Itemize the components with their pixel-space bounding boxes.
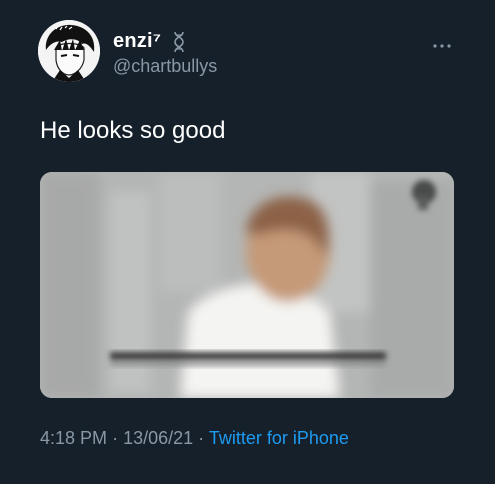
tweet-source-link[interactable]: Twitter for iPhone: [209, 428, 349, 448]
ellipsis-icon[interactable]: [432, 36, 452, 54]
tweet-text: He looks so good: [40, 117, 226, 144]
display-name[interactable]: enzi⁷: [113, 30, 161, 53]
avatar[interactable]: [38, 20, 100, 82]
tweet-meta: 4:18 PM · 13/06/21 · Twitter for iPhone: [40, 428, 349, 449]
dna-icon: [172, 31, 186, 58]
meta-separator: ·: [198, 428, 205, 448]
tweet-card: enzi⁷ @chartbullys He looks so good 4:18…: [0, 0, 495, 484]
tweet-time[interactable]: 4:18 PM: [40, 428, 107, 448]
user-handle[interactable]: @chartbullys: [113, 56, 217, 77]
meta-separator: ·: [112, 428, 119, 448]
tweet-date[interactable]: 13/06/21: [123, 428, 193, 448]
tweet-media-video[interactable]: [40, 172, 454, 398]
